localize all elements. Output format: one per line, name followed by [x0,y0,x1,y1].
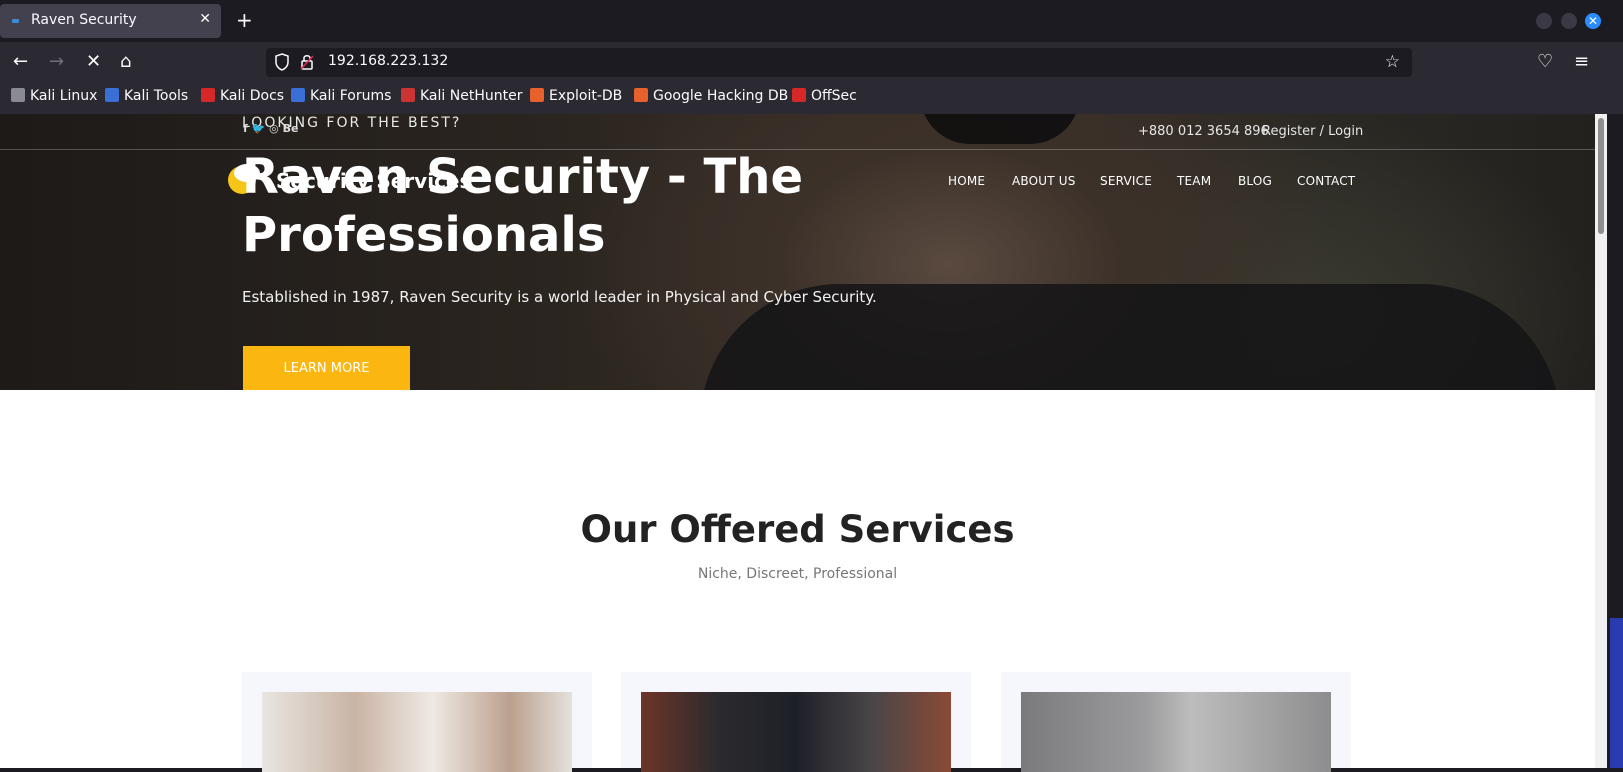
url-text[interactable]: 192.168.223.132 [328,53,448,69]
bookmark-exploit-db[interactable]: Exploit-DB [530,88,622,104]
tab-title: Raven Security [31,12,137,28]
minimize-button[interactable] [1536,13,1552,29]
bookmark-google-hacking-db[interactable]: Google Hacking DB [634,88,788,104]
service-card-image [262,692,572,772]
browser-tab[interactable]: Raven Security ✕ [0,4,221,38]
bookmark-kali-tools[interactable]: Kali Tools [105,88,188,104]
nav-contact[interactable]: CONTACT [1297,174,1355,188]
bookmark-kali-linux[interactable]: Kali Linux [11,88,97,104]
url-bar[interactable]: 192.168.223.132 ☆ [266,48,1412,77]
scrollbar-thumb[interactable] [1598,118,1604,234]
hero-title: Raven Security - The Professionals [242,149,803,263]
nav-about-us[interactable]: ABOUT US [1012,174,1076,188]
phone-number: +880 012 3654 896 [1138,124,1269,139]
social-links[interactable]: f 🐦 ◎ Be [243,122,298,135]
hero-subtitle: Established in 1987, Raven Security is a… [242,288,877,306]
hero-image-sunglasses [920,114,1080,144]
learn-more-button[interactable]: LEARN MORE [243,346,410,390]
services-section: Our Offered Services Niche, Discreet, Pr… [0,390,1595,772]
nav-team[interactable]: TEAM [1177,174,1211,188]
bookmark-kali-docs[interactable]: Kali Docs [201,88,284,104]
new-tab-button[interactable]: + [236,8,253,32]
bookmark-star-icon[interactable]: ☆ [1385,52,1400,72]
service-card[interactable] [621,672,971,772]
maximize-button[interactable] [1561,13,1577,29]
service-card[interactable] [242,672,592,772]
kali-docs-icon [201,88,215,102]
kali-tools-icon [105,88,119,102]
menu-icon[interactable]: ≡ [1574,51,1589,73]
home-icon[interactable]: ⌂ [120,51,131,73]
ghdb-icon [634,88,648,102]
close-window-button[interactable]: ✕ [1585,13,1601,29]
nethunter-icon [401,88,415,102]
tab-close-icon[interactable]: ✕ [199,11,211,27]
hero-section: LOOKING FOR THE BEST? f 🐦 ◎ Be +880 012 … [0,114,1595,390]
service-card[interactable] [1001,672,1351,772]
stop-loading-icon[interactable]: ✕ [86,51,101,73]
shield-icon[interactable] [274,52,290,72]
pocket-icon[interactable]: ♡ [1537,51,1553,73]
insecure-lock-icon[interactable] [300,53,314,71]
service-card-image [1021,692,1331,772]
services-title: Our Offered Services [580,508,1015,551]
desktop-edge-accent [1610,618,1623,768]
back-icon[interactable]: ← [13,51,28,73]
nav-service[interactable]: SERVICE [1100,174,1152,188]
services-subtitle: Niche, Discreet, Professional [697,566,898,582]
exploit-db-icon [530,88,544,102]
register-login-link[interactable]: Register / Login [1262,124,1363,139]
page-scrollbar[interactable] [1595,114,1607,768]
kali-forums-icon [291,88,305,102]
bookmark-kali-forums[interactable]: Kali Forums [291,88,391,104]
bookmark-kali-nethunter[interactable]: Kali NetHunter [401,88,522,104]
forward-icon[interactable]: → [49,51,64,73]
tab-bar: Raven Security ✕ + ✕ [0,0,1623,42]
nav-home[interactable]: HOME [948,174,985,188]
kali-dragon-icon [11,88,25,102]
bookmarks-bar: Kali Linux Kali Tools Kali Docs Kali For… [0,82,1623,114]
tab-favicon-icon [12,19,19,23]
offsec-icon [792,88,806,102]
nav-blog[interactable]: BLOG [1238,174,1272,188]
bookmark-offsec[interactable]: OffSec [792,88,857,104]
service-card-image [641,692,951,772]
